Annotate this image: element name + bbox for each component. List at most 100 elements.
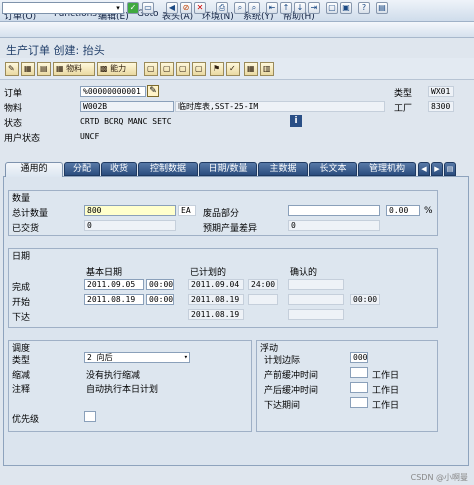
find-next-icon[interactable]: ⌕ [248, 2, 260, 14]
tab-goods-receipt[interactable]: 收货 [101, 162, 137, 176]
capacity-button[interactable]: ▩ 能力 [97, 62, 137, 76]
delivered-label: 已交货 [12, 224, 40, 234]
release-icon[interactable]: ⚑ [210, 62, 224, 76]
operations-icon[interactable]: ▦ [21, 62, 35, 76]
finish-confirmed-date [288, 279, 344, 290]
save-icon[interactable]: ▭ [142, 2, 154, 14]
sched-type-label: 类型 [12, 356, 31, 366]
total-qty-field[interactable]: 800 [84, 205, 176, 216]
type-field: WX01 [428, 86, 454, 97]
start-scheduled-time [248, 294, 278, 305]
plant-label: 工厂 [394, 104, 413, 114]
post-buffer-field[interactable] [350, 382, 368, 393]
priority-field[interactable] [84, 411, 96, 422]
scrap-label: 废品部分 [203, 209, 240, 219]
graph-icon[interactable]: ▥ [260, 62, 274, 76]
pre-buffer-unit: 工作日 [372, 371, 400, 381]
tab-general[interactable]: 通用的 [5, 162, 63, 177]
order-field[interactable]: %00000000001 [80, 86, 146, 97]
tab-master-data[interactable]: 主数据 [258, 162, 308, 176]
order-label: 订单 [4, 89, 23, 99]
start-basic-date[interactable]: 2011.08.19 [84, 294, 144, 305]
material-description: 临时库表,SST-25-IM [175, 101, 385, 112]
pre-buffer-field[interactable] [350, 367, 368, 378]
shortcut-icon[interactable]: ▣ [340, 2, 352, 14]
post-buffer-label: 产后缓冲时间 [264, 386, 319, 396]
schedule-icon[interactable]: ▢ [192, 62, 206, 76]
command-field[interactable]: ▾ [2, 2, 124, 14]
finish-basic-date[interactable]: 2011.09.05 [84, 279, 144, 290]
tab-administration[interactable]: 管理机构 [358, 162, 416, 176]
finish-basic-time[interactable]: 00:00 [146, 279, 174, 290]
unit-field[interactable]: EA [178, 205, 196, 216]
prt-icon[interactable]: ▢ [144, 62, 158, 76]
tab-scroll-right-icon[interactable]: ▶ [431, 162, 443, 176]
user-status-value: UNCF [80, 132, 100, 141]
plant-field: 8300 [428, 101, 454, 112]
costs-icon[interactable]: ▢ [176, 62, 190, 76]
scrap-field[interactable] [288, 205, 380, 216]
tab-assignment[interactable]: 分配 [64, 162, 100, 176]
tab-control-data[interactable]: 控制数据 [138, 162, 198, 176]
availability-icon[interactable]: ✓ [226, 62, 240, 76]
status-value: CRTD BCRQ MANC SETC [80, 117, 172, 126]
type-label: 类型 [394, 89, 413, 99]
delivered-field: 0 [84, 220, 176, 231]
watermark: CSDN @小啊曼 [410, 473, 468, 482]
header-icon[interactable]: ✎ [5, 62, 19, 76]
scrap-percent-field[interactable]: 0.00 [386, 205, 420, 216]
start-confirmed-time: 00:00 [350, 294, 380, 305]
note-value: 自动执行本日计划 [86, 385, 159, 395]
help-icon[interactable]: ? [358, 2, 370, 14]
tab-scroll-left-icon[interactable]: ◀ [418, 162, 430, 176]
next-page-icon[interactable]: ↓ [294, 2, 306, 14]
cancel-icon[interactable]: ✕ [194, 2, 206, 14]
prev-page-icon[interactable]: ↑ [280, 2, 292, 14]
total-qty-label: 总计数量 [12, 209, 49, 219]
chevron-down-icon[interactable]: ▾ [114, 4, 122, 12]
exit-icon[interactable]: ⊘ [180, 2, 192, 14]
find-icon[interactable]: ⌕ [234, 2, 246, 14]
tab-list-icon[interactable]: ▤ [444, 162, 456, 176]
table-icon[interactable]: ▦ [244, 62, 258, 76]
release-label: 下达 [12, 313, 31, 323]
material-field[interactable]: W002B [80, 101, 174, 112]
print-icon[interactable]: ⎙ [216, 2, 228, 14]
margin-field[interactable]: 000 [350, 352, 368, 363]
scheduled-header: 已计划的 [190, 268, 227, 278]
components-icon[interactable]: ▤ [37, 62, 51, 76]
material-button[interactable]: ▦ 物料 [53, 62, 95, 76]
layout-menu-icon[interactable]: ▤ [376, 2, 388, 14]
release-period-label: 下达期间 [264, 401, 301, 411]
release-scheduled-date: 2011.08.19 [188, 309, 244, 320]
new-session-icon[interactable]: ▢ [326, 2, 338, 14]
start-basic-time[interactable]: 00:00 [146, 294, 174, 305]
margin-label: 计划边际 [264, 356, 301, 366]
start-confirmed-date [288, 294, 344, 305]
first-page-icon[interactable]: ⇤ [266, 2, 278, 14]
quantity-group-title: 数量 [12, 194, 31, 204]
docs-icon[interactable]: ▢ [160, 62, 174, 76]
finish-label: 完成 [12, 283, 31, 293]
material-label: 物料 [4, 104, 23, 114]
expected-variance-label: 预期产量差异 [203, 224, 258, 234]
post-buffer-unit: 工作日 [372, 386, 400, 396]
sched-type-select[interactable]: 2 向后 ▾ [84, 352, 190, 363]
finish-scheduled-date: 2011.09.04 [188, 279, 244, 290]
last-page-icon[interactable]: ⇥ [308, 2, 320, 14]
back-icon[interactable]: ◀ [166, 2, 178, 14]
edit-order-icon[interactable]: ✎ [147, 85, 159, 97]
release-confirmed-date [288, 309, 344, 320]
release-period-field[interactable] [350, 397, 368, 408]
pre-buffer-label: 产前缓冲时间 [264, 371, 319, 381]
priority-label: 优先级 [12, 415, 40, 425]
enter-icon[interactable]: ✓ [127, 2, 139, 14]
chevron-down-icon[interactable]: ▾ [184, 353, 188, 362]
tab-dates-quantities[interactable]: 日期/数量 [199, 162, 257, 176]
tab-long-text[interactable]: 长文本 [309, 162, 357, 176]
dates-group-title: 日期 [12, 252, 31, 262]
confirmed-header: 确认的 [290, 268, 318, 278]
start-label: 开始 [12, 298, 31, 308]
info-icon[interactable]: i [290, 115, 302, 127]
percent-sign: % [424, 206, 433, 216]
